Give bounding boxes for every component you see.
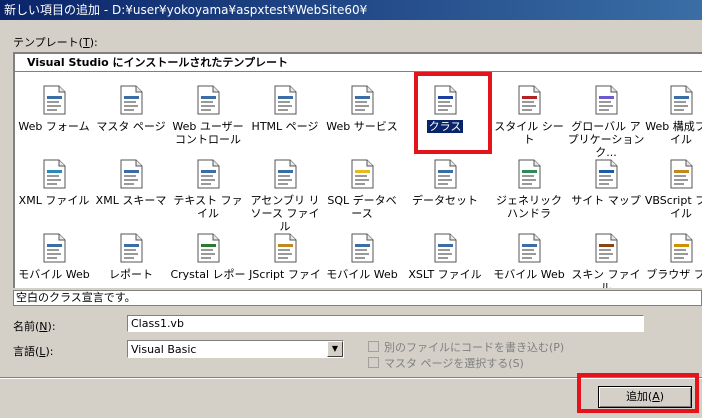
template-item-label: Web サービス (326, 120, 398, 133)
xml-schema-icon (115, 158, 147, 190)
site-map-icon (590, 158, 622, 190)
window-title-bar[interactable]: 新しい項目の追加 - D:¥user¥yokoyama¥aspxtest¥Web… (0, 0, 702, 20)
template-list[interactable]: Visual Studio にインストールされたテンプレート Web フォームマ… (13, 52, 702, 288)
template-item[interactable]: ジェネリック ハンドラ (490, 158, 568, 220)
template-item-label: モバイル Web (493, 268, 565, 281)
skin-file-icon (590, 232, 622, 264)
template-item[interactable]: Web フォーム (15, 84, 93, 133)
template-item[interactable]: サイト マップ (567, 158, 645, 207)
browser-file-icon (665, 232, 697, 264)
template-item-label: Web ユーザー コントロール (172, 120, 244, 146)
language-value: Visual Basic (131, 343, 197, 356)
template-item[interactable]: グローバル アプリケーション ク... (567, 84, 645, 159)
template-item[interactable]: Web ユーザー コントロール (169, 84, 247, 146)
web-service-icon (346, 84, 378, 116)
add-highlight-box (577, 373, 699, 413)
template-item-label: サイト マップ (571, 194, 641, 207)
template-item[interactable]: HTML ページ (246, 84, 324, 133)
separate-code-label: 別のファイルにコードを書き込む(P) (384, 341, 565, 354)
separate-code-checkbox[interactable] (368, 341, 379, 352)
template-item-label: グローバル アプリケーション ク... (567, 120, 645, 159)
language-select[interactable]: Visual Basic ▼ (127, 340, 344, 358)
template-item-label: マスタ ページ (96, 120, 166, 133)
template-item[interactable]: XML スキーマ (92, 158, 170, 207)
template-item-label: VBScript ファイル (644, 194, 702, 220)
window-title: 新しい項目の追加 - D:¥user¥yokoyama¥aspxtest¥Web… (4, 3, 368, 17)
template-item[interactable]: ブラウザ ファ (642, 232, 702, 281)
template-item[interactable]: マスタ ページ (92, 84, 170, 133)
dataset-icon (429, 158, 461, 190)
template-item[interactable]: XSLT ファイル (406, 232, 484, 281)
template-item[interactable]: データセット (406, 158, 484, 207)
sql-database-icon (346, 158, 378, 190)
template-item[interactable]: SQL データベース (323, 158, 401, 220)
template-item[interactable]: VBScript ファイル (642, 158, 702, 220)
template-item[interactable]: Web 構成ファイル (642, 84, 702, 146)
template-item-label: XML ファイル (18, 194, 90, 207)
class-highlight-box (414, 72, 492, 154)
template-item-label: Crystal レポー (170, 268, 246, 281)
template-item-label: XSLT ファイル (408, 268, 482, 281)
mobile-web-user-control-icon (346, 232, 378, 264)
template-item-label: XML スキーマ (95, 194, 167, 207)
template-item[interactable]: レポート (92, 232, 170, 281)
template-description: 空白のクラス宣言です。 (13, 290, 702, 306)
template-item-label: ジェネリック ハンドラ (496, 194, 562, 220)
template-item-label: スキン ファイル (571, 268, 641, 288)
template-item-label: ブラウザ ファ (646, 268, 702, 281)
xslt-file-icon (429, 232, 461, 264)
mobile-web-form-icon (38, 232, 70, 264)
template-item-label: データセット (412, 194, 478, 207)
mobile-web-config-icon (513, 232, 545, 264)
section-header-divider (15, 71, 702, 72)
template-item[interactable]: モバイル Web (15, 232, 93, 281)
resource-file-icon (269, 158, 301, 190)
template-item-label: スタイル シート (494, 120, 564, 146)
template-item[interactable]: テキスト ファイル (169, 158, 247, 220)
template-item-label: JScript ファイ (249, 268, 321, 281)
crystal-report-icon (192, 232, 224, 264)
xml-file-icon (38, 158, 70, 190)
template-item[interactable]: スキン ファイル (567, 232, 645, 288)
template-item-label: レポート (109, 268, 153, 281)
web-config-icon (665, 84, 697, 116)
template-item[interactable]: アセンブリ リソース ファイル (246, 158, 324, 233)
web-user-control-icon (192, 84, 224, 116)
template-item-label: モバイル Web (326, 268, 398, 281)
templates-label: テンプレート(T): (13, 36, 98, 49)
template-item[interactable]: Web サービス (323, 84, 401, 133)
html-page-icon (269, 84, 301, 116)
name-label: 名前(N): (13, 320, 56, 333)
template-item-label: HTML ページ (251, 120, 319, 133)
template-item[interactable]: JScript ファイ (246, 232, 324, 281)
template-item-label: Web 構成ファイル (645, 120, 702, 146)
section-header: Visual Studio にインストールされたテンプレート (27, 56, 288, 69)
vbscript-file-icon (665, 158, 697, 190)
generic-handler-icon (513, 158, 545, 190)
web-form-icon (38, 84, 70, 116)
report-icon (115, 232, 147, 264)
style-sheet-icon (513, 84, 545, 116)
master-page-icon (115, 84, 147, 116)
select-master-label: マスタ ページを選択する(S) (384, 357, 524, 370)
text-file-icon (192, 158, 224, 190)
template-item-label: テキスト ファイル (173, 194, 243, 220)
template-item-label: SQL データベース (327, 194, 397, 220)
template-item-label: モバイル Web (18, 268, 90, 281)
name-input[interactable]: Class1.vb (127, 315, 644, 332)
template-item[interactable]: XML ファイル (15, 158, 93, 207)
template-item[interactable]: モバイル Web (490, 232, 568, 281)
template-item-label: アセンブリ リソース ファイル (250, 194, 320, 233)
language-label: 言語(L): (13, 345, 54, 358)
template-item[interactable]: Crystal レポー (169, 232, 247, 281)
jscript-file-icon (269, 232, 301, 264)
global-app-icon (590, 84, 622, 116)
chevron-down-icon[interactable]: ▼ (327, 341, 343, 357)
select-master-checkbox[interactable] (368, 357, 379, 368)
template-item[interactable]: スタイル シート (490, 84, 568, 146)
template-item-label: Web フォーム (18, 120, 90, 133)
template-item[interactable]: モバイル Web (323, 232, 401, 281)
